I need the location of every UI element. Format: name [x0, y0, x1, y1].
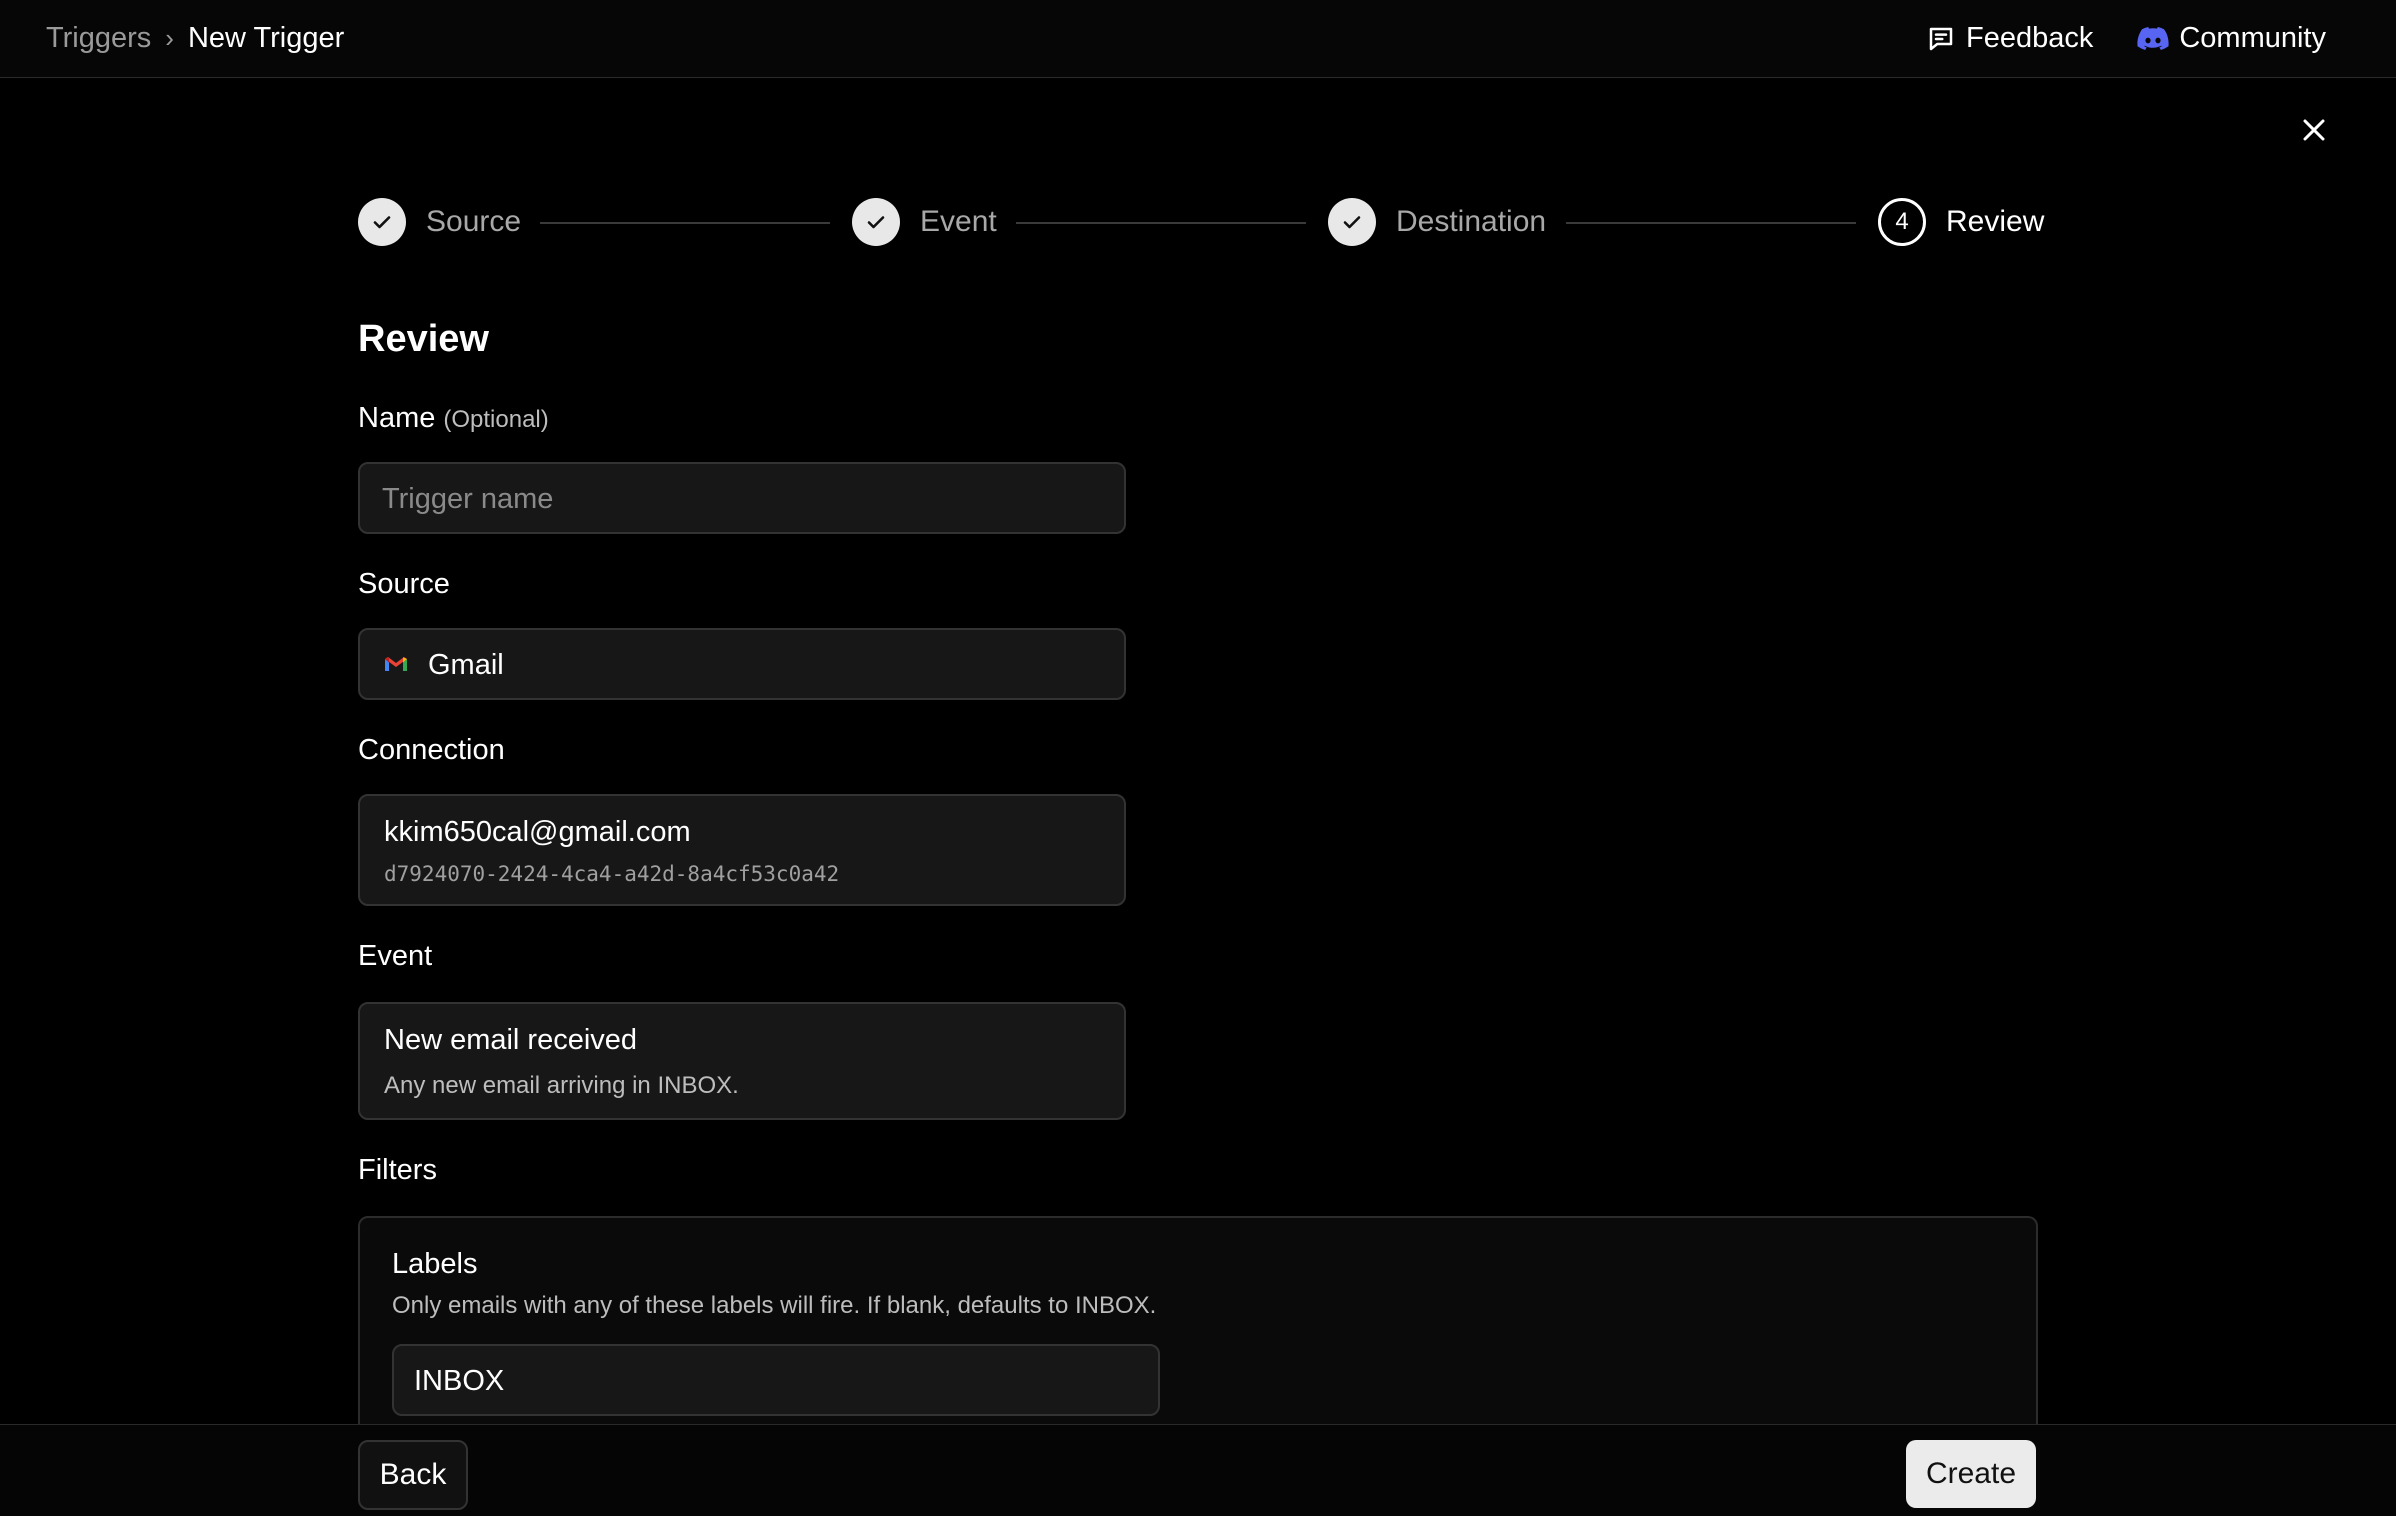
step-label: Destination: [1396, 205, 1547, 238]
connection-id: d7924070-2424-4ca4-a42d-8a4cf53c0a42: [384, 862, 840, 886]
labels-title: Labels: [392, 1248, 478, 1280]
connection-email: kkim650cal@gmail.com: [384, 816, 691, 848]
feedback-icon: [1926, 24, 1956, 54]
source-label: Source: [358, 568, 450, 600]
name-label: Name (Optional): [358, 402, 549, 435]
back-button[interactable]: Back: [358, 1440, 468, 1510]
event-title: New email received: [384, 1024, 638, 1056]
breadcrumb-separator: ›: [165, 23, 174, 53]
breadcrumb-current: New Trigger: [187, 22, 345, 54]
step-connector: [1016, 222, 1306, 224]
step-number: 4: [1878, 198, 1926, 246]
progress-stepper: Source Event Destination 4 Review: [358, 198, 2044, 250]
connection-field: kkim650cal@gmail.com d7924070-2424-4ca4-…: [358, 794, 1126, 906]
check-icon: [852, 198, 900, 246]
step-label: Event: [920, 205, 997, 238]
create-button[interactable]: Create: [1906, 1440, 2036, 1508]
step-connector: [540, 222, 830, 224]
optional-hint: (Optional): [443, 406, 549, 433]
step-destination[interactable]: Destination: [1328, 198, 1546, 246]
close-button[interactable]: [2298, 114, 2330, 146]
name-label-text: Name: [358, 402, 436, 434]
labels-value: INBOX: [414, 1365, 505, 1397]
feedback-button[interactable]: Feedback: [1926, 22, 2093, 55]
discord-icon: [2137, 26, 2169, 52]
check-icon: [1328, 198, 1376, 246]
step-event[interactable]: Event: [852, 198, 997, 246]
community-button[interactable]: Community: [2137, 22, 2326, 55]
event-description: Any new email arriving in INBOX.: [384, 1072, 739, 1099]
check-icon: [358, 198, 406, 246]
filters-label: Filters: [358, 1154, 437, 1186]
step-review: 4 Review: [1878, 198, 2044, 246]
feedback-label: Feedback: [1965, 22, 2094, 54]
connection-label: Connection: [358, 734, 505, 766]
trigger-name-placeholder: Trigger name: [382, 483, 554, 515]
gmail-icon: [384, 654, 408, 679]
trigger-name-input[interactable]: Trigger name: [358, 462, 1126, 534]
header-actions: Feedback Community: [1926, 22, 2326, 55]
labels-input[interactable]: INBOX: [392, 1344, 1160, 1416]
source-field: Gmail: [358, 628, 1126, 700]
breadcrumb: Triggers › New Trigger: [46, 22, 344, 55]
event-field: New email received Any new email arrivin…: [358, 1002, 1126, 1120]
source-value: Gmail: [428, 649, 504, 681]
step-connector: [1566, 222, 1856, 224]
top-bar: Triggers › New Trigger Feedback Communit: [0, 0, 2396, 78]
community-label: Community: [2179, 22, 2326, 54]
step-label: Source: [426, 205, 522, 238]
footer-bar: Back Create: [0, 1424, 2396, 1516]
step-label: Review: [1946, 205, 2045, 238]
close-icon: [2298, 119, 2330, 150]
breadcrumb-triggers-link[interactable]: Triggers: [46, 22, 151, 55]
step-source[interactable]: Source: [358, 198, 521, 246]
event-label: Event: [358, 940, 433, 972]
labels-description: Only emails with any of these labels wil…: [392, 1292, 1157, 1319]
page-title: Review: [358, 318, 489, 360]
